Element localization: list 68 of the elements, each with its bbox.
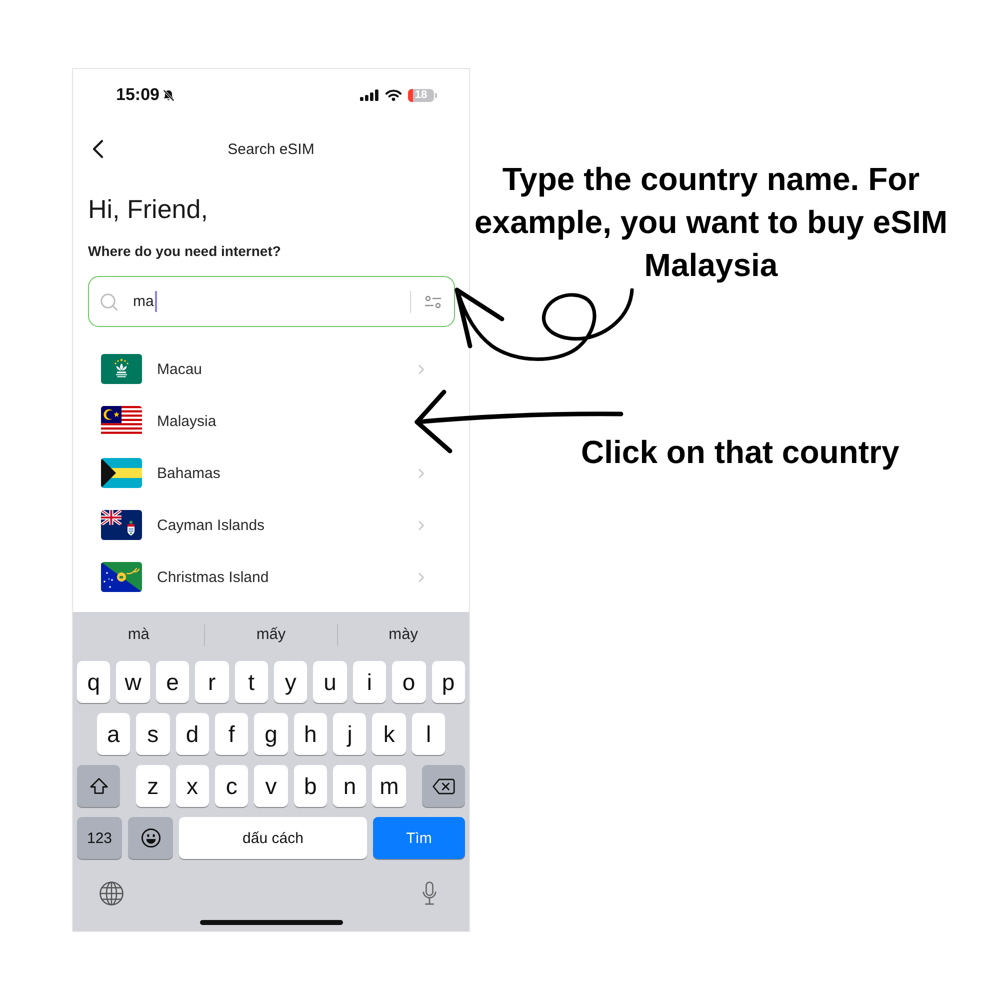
letter-key[interactable]: g [254, 713, 288, 755]
letter-key[interactable]: w [116, 661, 150, 703]
letter-key[interactable]: c [214, 765, 248, 807]
letter-key[interactable]: d [176, 713, 209, 755]
word-suggestion[interactable]: mà [73, 626, 204, 644]
letter-key[interactable]: u [313, 661, 347, 703]
letter-key[interactable]: i [352, 661, 386, 703]
letter-key[interactable]: p [432, 661, 465, 703]
flag-icon [101, 354, 142, 384]
emoji-key[interactable] [128, 817, 173, 859]
chevron-icon [418, 572, 425, 582]
flag-icon [101, 562, 142, 592]
back-icon[interactable] [92, 139, 104, 159]
search-field[interactable]: ma [88, 276, 455, 327]
delete-key[interactable] [422, 765, 465, 807]
chevron-icon [418, 468, 425, 478]
smiley-icon [140, 828, 160, 848]
letter-key[interactable]: n [333, 765, 366, 807]
letter-key[interactable]: x [176, 765, 209, 807]
word-suggestion[interactable]: mấy [205, 626, 337, 644]
signal-icon [360, 89, 379, 101]
country-name[interactable]: Macau [157, 360, 202, 378]
letter-key[interactable]: s [136, 713, 170, 755]
letter-key[interactable]: q [77, 661, 110, 703]
letter-key[interactable]: t [234, 661, 268, 703]
text-cursor [154, 291, 157, 312]
country-name[interactable]: Bahamas [157, 464, 220, 482]
letter-key[interactable]: v [254, 765, 288, 807]
microphone-icon[interactable] [422, 881, 437, 906]
letter-key[interactable]: y [274, 661, 308, 703]
letter-key[interactable]: z [136, 765, 170, 807]
chevron-icon [418, 520, 425, 530]
shift-icon [88, 777, 108, 795]
flag-icon [101, 406, 142, 436]
letter-key[interactable]: b [294, 765, 328, 807]
instruction-text: Click on that country [581, 433, 900, 472]
letter-key[interactable]: r [195, 661, 229, 703]
letter-key[interactable]: k [372, 713, 406, 755]
letter-key[interactable]: h [294, 713, 328, 755]
country-name[interactable]: Cayman Islands [157, 516, 265, 534]
screen-title: Search eSIM [228, 140, 314, 158]
letter-key[interactable]: j [333, 713, 366, 755]
filter-icon[interactable] [424, 294, 442, 310]
search-key[interactable]: Tìm [373, 817, 465, 859]
letter-key[interactable]: m [372, 765, 406, 807]
chevron-icon [418, 364, 425, 374]
instruction-text: Type the country name. For example, you want to buy eSIM Malaysia [474, 160, 948, 285]
letter-key[interactable]: e [156, 661, 190, 703]
letter-key[interactable]: o [392, 661, 426, 703]
country-name[interactable]: Malaysia [157, 412, 216, 430]
battery-indicator: 18 [408, 88, 437, 102]
status-time: 15:09 [116, 85, 160, 105]
space-key[interactable]: dấu cách [179, 817, 367, 859]
numbers-key[interactable]: 123 [77, 817, 122, 859]
flag-icon [101, 510, 142, 540]
word-suggestion[interactable]: mày [338, 626, 469, 644]
letter-key[interactable]: a [96, 713, 130, 755]
letter-key[interactable]: l [412, 713, 446, 755]
search-icon [100, 292, 118, 310]
shift-key[interactable] [77, 765, 120, 807]
country-name[interactable]: Christmas Island [157, 568, 269, 586]
flag-icon [101, 458, 142, 488]
prompt: Where do you need internet? [88, 242, 282, 261]
greeting: Hi, Friend, [88, 193, 209, 225]
globe-icon[interactable] [99, 881, 124, 906]
wifi-icon [385, 89, 402, 101]
letter-key[interactable]: f [214, 713, 248, 755]
backspace-icon [432, 778, 455, 794]
